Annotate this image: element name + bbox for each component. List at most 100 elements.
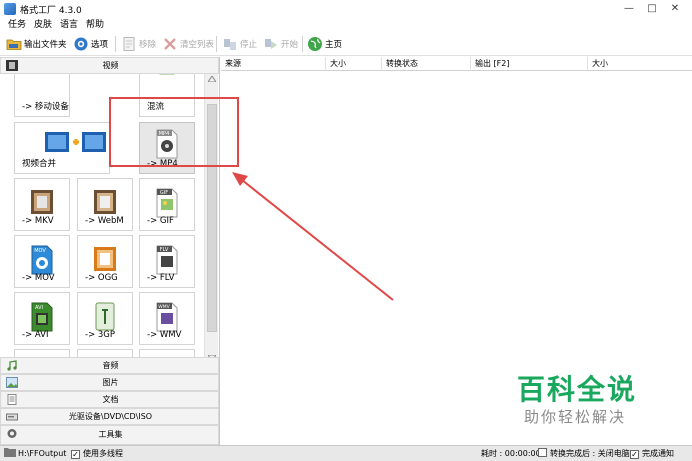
elapsed-time: 耗时 : 00:00:00 <box>481 449 541 458</box>
ogg-file-icon <box>92 245 118 275</box>
svg-text:MOV: MOV <box>34 248 46 254</box>
watermark-slogan: 助你轻松解决 <box>524 408 627 426</box>
tile-wmv[interactable]: WMV -> WMV <box>139 292 195 345</box>
after-convert-label: 转换完成后 : 关闭电脑 <box>550 449 630 458</box>
tile-label: -> FLV <box>147 273 175 283</box>
scroll-up-icon[interactable] <box>208 76 216 82</box>
output-path[interactable]: H:\FFOutput <box>18 446 66 461</box>
checkbox-unchecked-icon[interactable] <box>538 448 547 457</box>
column-output-size[interactable]: 大小 <box>588 57 692 71</box>
toolbar-divider <box>115 36 116 52</box>
tile-label: -> MKV <box>22 216 54 226</box>
tile-label: -> 移动设备 <box>22 102 69 112</box>
video-join-icon <box>45 131 107 153</box>
close-button[interactable]: ✕ <box>666 2 684 16</box>
tile-mkv[interactable]: -> MKV <box>14 178 70 231</box>
column-output[interactable]: 输出 [F2] <box>471 57 588 71</box>
category-disc[interactable]: 光驱设备\DVD\CD\ISO <box>0 408 219 425</box>
tile-label: -> MOV <box>22 273 55 283</box>
app-logo-icon <box>4 3 16 15</box>
tile-gif[interactable]: GIF -> GIF <box>139 178 195 231</box>
output-folder-icon <box>4 446 16 461</box>
tile-mobile-device[interactable]: -> 移动设备 <box>14 74 70 117</box>
after-convert-option[interactable]: 转换完成后 : 关闭电脑 <box>538 446 630 461</box>
tile-label: 视频合并 <box>22 159 57 169</box>
category-document[interactable]: 文档 <box>0 391 219 408</box>
category-image[interactable]: 图片 <box>0 374 219 391</box>
window-title: 格式工厂 4.3.0 <box>20 6 82 16</box>
tile-label: -> 3GP <box>85 330 116 340</box>
tile-avi[interactable]: AVI -> AVI <box>14 292 70 345</box>
annotation-highlight-box <box>109 97 239 167</box>
mux-icon <box>154 74 180 75</box>
menu-language[interactable]: 语言 <box>60 18 78 32</box>
task-table-header: 来源 大小 转换状态 输出 [F2] 大小 <box>221 57 692 71</box>
multithread-checkbox[interactable]: ✓ 使用多线程 <box>71 446 123 461</box>
svg-text:FLV: FLV <box>160 247 169 253</box>
category-document-label: 文档 <box>102 395 119 404</box>
tile-webm[interactable]: -> WebM <box>77 178 133 231</box>
webm-file-icon <box>92 188 118 218</box>
category-tools[interactable]: 工具集 <box>0 425 219 445</box>
toolbar-divider <box>302 36 303 52</box>
column-size[interactable]: 大小 <box>326 57 382 71</box>
gif-file-icon: GIF <box>154 188 180 218</box>
category-image-label: 图片 <box>102 378 119 387</box>
notify-label: 完成通知 <box>642 449 674 458</box>
home-label: 主页 <box>325 40 343 50</box>
start-icon <box>263 36 279 52</box>
globe-icon <box>307 36 323 52</box>
output-folder-button[interactable]: 输出文件夹 <box>6 35 67 53</box>
options-gear-icon <box>73 36 89 52</box>
category-video[interactable]: 视频 <box>0 57 219 74</box>
output-folder-label: 输出文件夹 <box>24 40 67 50</box>
tile-label: -> GIF <box>147 216 174 226</box>
checkbox-checked-icon[interactable]: ✓ <box>71 450 80 459</box>
clear-list-button[interactable]: 清空列表 <box>162 35 214 53</box>
maximize-button[interactable]: □ <box>643 2 661 16</box>
tile-3gp[interactable]: -> 3GP <box>77 292 133 345</box>
tile-mov[interactable]: MOV -> MOV <box>14 235 70 288</box>
column-status[interactable]: 转换状态 <box>382 57 471 71</box>
options-button[interactable]: 选项 <box>73 35 108 53</box>
toolbar-divider <box>216 36 217 52</box>
tile-label: -> WMV <box>147 330 182 340</box>
category-audio-label: 音频 <box>102 361 119 370</box>
menu-skin[interactable]: 皮肤 <box>34 18 52 32</box>
svg-text:GIF: GIF <box>160 190 168 196</box>
stop-label: 停止 <box>240 40 258 50</box>
remove-document-icon <box>121 36 137 52</box>
status-bar: H:\FFOutput ✓ 使用多线程 耗时 : 00:00:00 转换完成后 :… <box>0 445 692 461</box>
stop-icon <box>222 36 238 52</box>
stop-button[interactable]: 停止 <box>222 35 257 53</box>
column-source[interactable]: 来源 <box>221 57 326 71</box>
home-button[interactable]: 主页 <box>307 35 342 53</box>
category-tools-label: 工具集 <box>98 430 123 439</box>
clear-x-icon <box>162 36 178 52</box>
minimize-button[interactable]: — <box>620 2 638 16</box>
menu-task[interactable]: 任务 <box>8 18 26 32</box>
mov-file-icon: MOV <box>29 245 55 275</box>
mkv-file-icon <box>29 188 55 218</box>
category-disc-label: 光驱设备\DVD\CD\ISO <box>68 412 153 421</box>
remove-label: 移除 <box>139 40 157 50</box>
wmv-file-icon: WMV <box>154 302 180 332</box>
clear-list-label: 清空列表 <box>180 40 215 50</box>
watermark-logo: 百科全说 <box>517 373 638 406</box>
3gp-file-icon <box>92 302 118 332</box>
title-bar: 格式工厂 4.3.0 — □ ✕ <box>0 0 692 18</box>
tile-video-join[interactable]: 视频合并 <box>14 122 110 174</box>
remove-button[interactable]: 移除 <box>121 35 156 53</box>
svg-text:AVI: AVI <box>35 305 43 311</box>
tile-label: -> AVI <box>22 330 49 340</box>
flv-file-icon: FLV <box>154 245 180 275</box>
start-label: 开始 <box>281 40 299 50</box>
tile-flv[interactable]: FLV -> FLV <box>139 235 195 288</box>
checkbox-checked-icon[interactable]: ✓ <box>630 450 639 459</box>
tile-ogg[interactable]: -> OGG <box>77 235 133 288</box>
avi-file-icon: AVI <box>29 302 55 332</box>
start-button[interactable]: 开始 <box>263 35 298 53</box>
notify-option[interactable]: ✓ 完成通知 <box>630 446 674 461</box>
menu-help[interactable]: 帮助 <box>86 18 104 32</box>
category-audio[interactable]: 音频 <box>0 357 219 374</box>
